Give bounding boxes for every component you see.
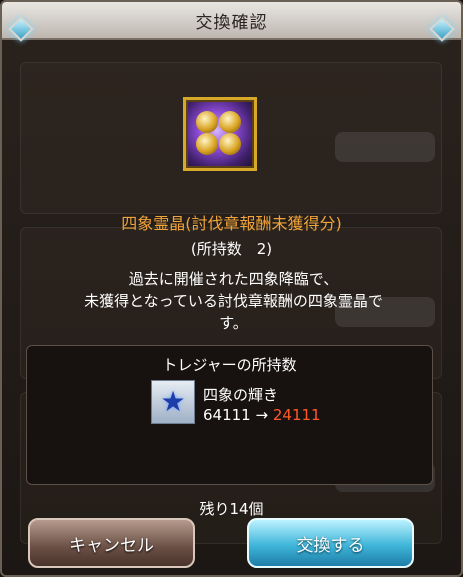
item-owned-count: (所持数 2) xyxy=(190,240,273,258)
treasure-count-before: 64111 xyxy=(203,406,251,424)
cancel-button[interactable]: キャンセル xyxy=(28,518,195,568)
treasure-panel: トレジャーの所持数 ★ 四象の輝き 64111 → 24111 xyxy=(26,345,433,485)
item-name: 四象霊晶(討伐章報酬未獲得分) xyxy=(121,214,342,233)
dialog-title: 交換確認 xyxy=(195,12,268,33)
exchange-confirm-dialog: 交換確認 四象霊晶(討伐章報酬未獲得分) (所持数 2) 過去に開催された四象降… xyxy=(0,0,463,577)
blue-star-icon: ★ xyxy=(151,380,195,424)
description-line: す。 xyxy=(219,314,248,332)
dialog-header: 交換確認 xyxy=(2,2,461,40)
treasure-section-title: トレジャーの所持数 xyxy=(162,356,297,374)
remaining-count: 残り14個 xyxy=(199,500,264,518)
description-line: 過去に開催された四象降臨で、 xyxy=(128,270,339,288)
arrow-right-icon: → xyxy=(255,406,269,424)
dialog-content: 四象霊晶(討伐章報酬未獲得分) (所持数 2) 過去に開催された四象降臨で、 未… xyxy=(2,40,461,575)
treasure-count-after: 24111 xyxy=(272,406,321,424)
treasure-count: 64111 → 24111 xyxy=(203,406,321,424)
exchange-button[interactable]: 交換する xyxy=(247,518,414,568)
four-symbols-orb-icon xyxy=(183,97,257,171)
star-icon: ★ xyxy=(160,385,186,418)
description-line: 未獲得となっている討伐章報酬の四象霊晶で xyxy=(84,292,383,310)
treasure-name: 四象の輝き xyxy=(203,386,279,404)
item-description: 過去に開催された四象降臨で、 未獲得となっている討伐章報酬の四象霊晶で す。 xyxy=(32,268,435,334)
